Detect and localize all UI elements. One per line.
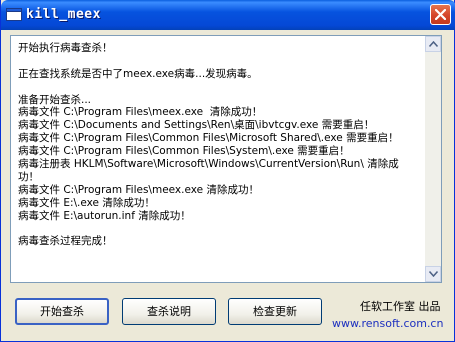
window-icon [6,8,22,21]
window-title: kill_meex [26,7,101,22]
log-line: 病毒文件 E:\autorun.inf 清除成功！ [18,209,191,222]
log-line: 病毒文件 E:\.exe 清除成功！ [18,196,155,209]
close-button[interactable] [430,4,451,25]
log-line: 正在查找系统是否中了meex.exe病毒...发现病毒。 [18,67,258,80]
log-line: 病毒注册表 HKLM\Software\Microsoft\Windows\Cu… [18,158,399,171]
log-line: 病毒文件 C:\Program Files\Common Files\Syste… [18,145,350,158]
log-line: 病毒文件 C:\Documents and Settings\Ren\桌面\ib… [18,119,375,132]
arrow-up-icon [429,41,438,47]
scroll-down-button[interactable] [425,266,441,282]
log-line: 功！ [18,170,39,183]
log-line: 病毒查杀过程完成！ [18,235,113,248]
check-update-button[interactable]: 检查更新 [228,298,322,325]
scan-help-button[interactable]: 查杀说明 [122,298,216,325]
log-line: 准备开始查杀... [18,93,92,106]
log-line: 病毒文件 C:\Program Files\meex.exe 清除成功！ [18,106,263,119]
start-scan-button[interactable]: 开始查杀 [15,298,109,325]
scroll-up-button[interactable] [425,36,441,52]
log-text: 开始执行病毒查杀！ 正在查找系统是否中了meex.exe病毒...发现病毒。 准备开… [18,42,418,248]
log-output[interactable]: 开始执行病毒查杀！ 正在查找系统是否中了meex.exe病毒...发现病毒。 准备开… [10,35,442,283]
title-bar[interactable]: kill_meex [1,0,455,30]
close-icon [435,9,446,20]
log-line: 病毒文件 C:\Program Files\meex.exe 清除成功！ [18,183,259,196]
arrow-down-icon [429,271,438,277]
vertical-scrollbar[interactable] [425,36,441,282]
log-line: 开始执行病毒查杀！ [18,42,113,54]
main-window: kill_meex 开始执行病毒查杀！ 正在查找系统是否中了meex.exe病毒.… [0,0,455,342]
credit-text: 任软工作室 出品 [360,300,441,313]
website-link[interactable]: www.rensoft.com.cn [332,317,443,330]
log-line: 病毒文件 C:\Program Files\Common Files\Micro… [18,132,399,145]
